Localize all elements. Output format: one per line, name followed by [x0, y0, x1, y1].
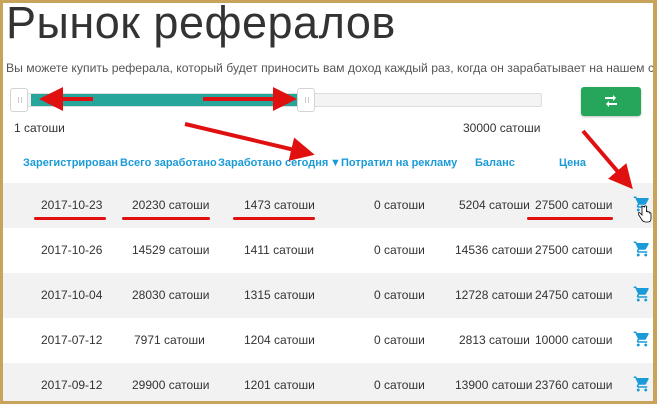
annotation-arrows	[39, 87, 633, 190]
screenshot-frame: Рынок рефералов Вы можете купить реферал…	[0, 0, 657, 404]
hand-cursor-icon	[638, 205, 652, 223]
